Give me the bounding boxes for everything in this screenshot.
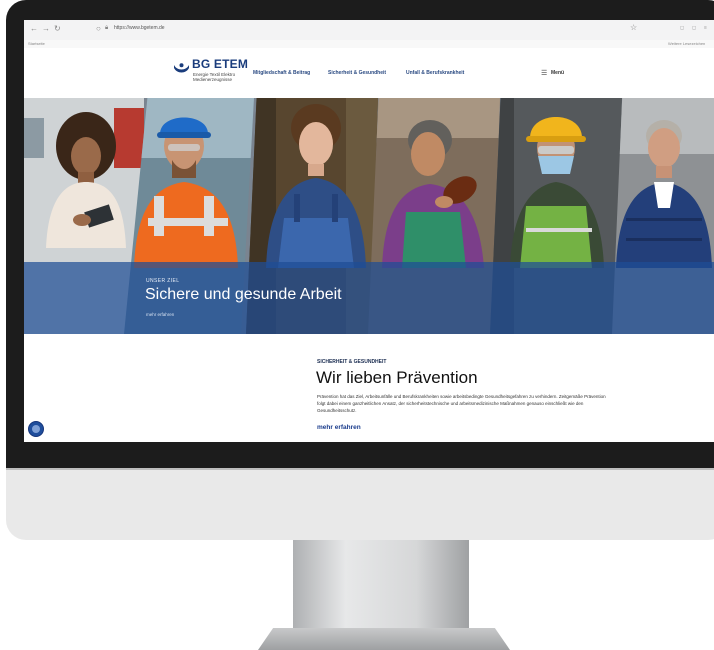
nav-mitgliedschaft[interactable]: Mitgliedschaft & Beitrag [253,70,310,76]
accessibility-icon[interactable] [28,421,44,437]
logo-tagline: Energie Textil Elektro Medienerzeugnisse [193,72,236,82]
nav-unfall[interactable]: Unfall & Berufskrankheit [406,70,464,76]
shield-icon[interactable]: ○ [96,24,101,33]
hero-more-link[interactable]: mehr erfahren [146,312,174,317]
lock-icon[interactable]: 🔒︎ [105,25,108,32]
bookmark-star-icon[interactable]: ☆ [630,23,637,32]
bookmarks-bar: Startseite Weitere Lesezeichen [24,40,714,48]
monitor-chin-edge [6,468,714,470]
accessibility-icon-inner [32,425,40,433]
bg-etem-logo-icon[interactable] [174,63,189,74]
nav-sicherheit[interactable]: Sicherheit & Gesundheit [328,70,386,76]
back-icon[interactable]: ← [30,24,38,33]
app-menu-icon[interactable]: ≡ [704,25,707,31]
section-body: Prävention hat das Ziel, Arbeitsunfälle … [317,394,606,413]
pocket-icon[interactable]: ◻ [680,25,684,31]
hero-title: Sichere und gesunde Arbeit [145,286,342,303]
hero-text-band [24,262,714,334]
screen: ← → ↻ ○ 🔒︎ https://www.bgetem.de ☆ ◻ ◻ ≡… [24,20,714,442]
site-header: BG ETEM Energie Textil Elektro Medienerz… [24,48,714,98]
section-kicker: SICHERHEIT & GESUNDHEIT [317,359,387,365]
other-bookmarks[interactable]: Weitere Lesezeichen [668,41,705,46]
hero-kicker: UNSER ZIEL [146,278,180,284]
menu-icon[interactable]: ☰ [541,69,547,77]
section-title: Wir lieben Prävention [316,368,478,387]
reload-icon[interactable]: ↻ [54,24,61,33]
menu-button[interactable]: Menü [551,70,564,76]
logo-name[interactable]: BG ETEM [192,57,248,71]
section-more-link[interactable]: mehr erfahren [317,424,361,431]
monitor-stand-base [258,628,510,650]
forward-icon[interactable]: → [42,24,50,33]
extensions-icon[interactable]: ◻ [692,25,696,31]
browser-toolbar: ← → ↻ ○ 🔒︎ https://www.bgetem.de ☆ ◻ ◻ ≡ [24,20,714,41]
monitor-stand [293,540,469,632]
address-bar[interactable]: https://www.bgetem.de [114,25,165,31]
hero-banner: UNSER ZIEL Sichere und gesunde Arbeit me… [24,98,714,334]
bookmark-item[interactable]: Startseite [28,41,45,46]
